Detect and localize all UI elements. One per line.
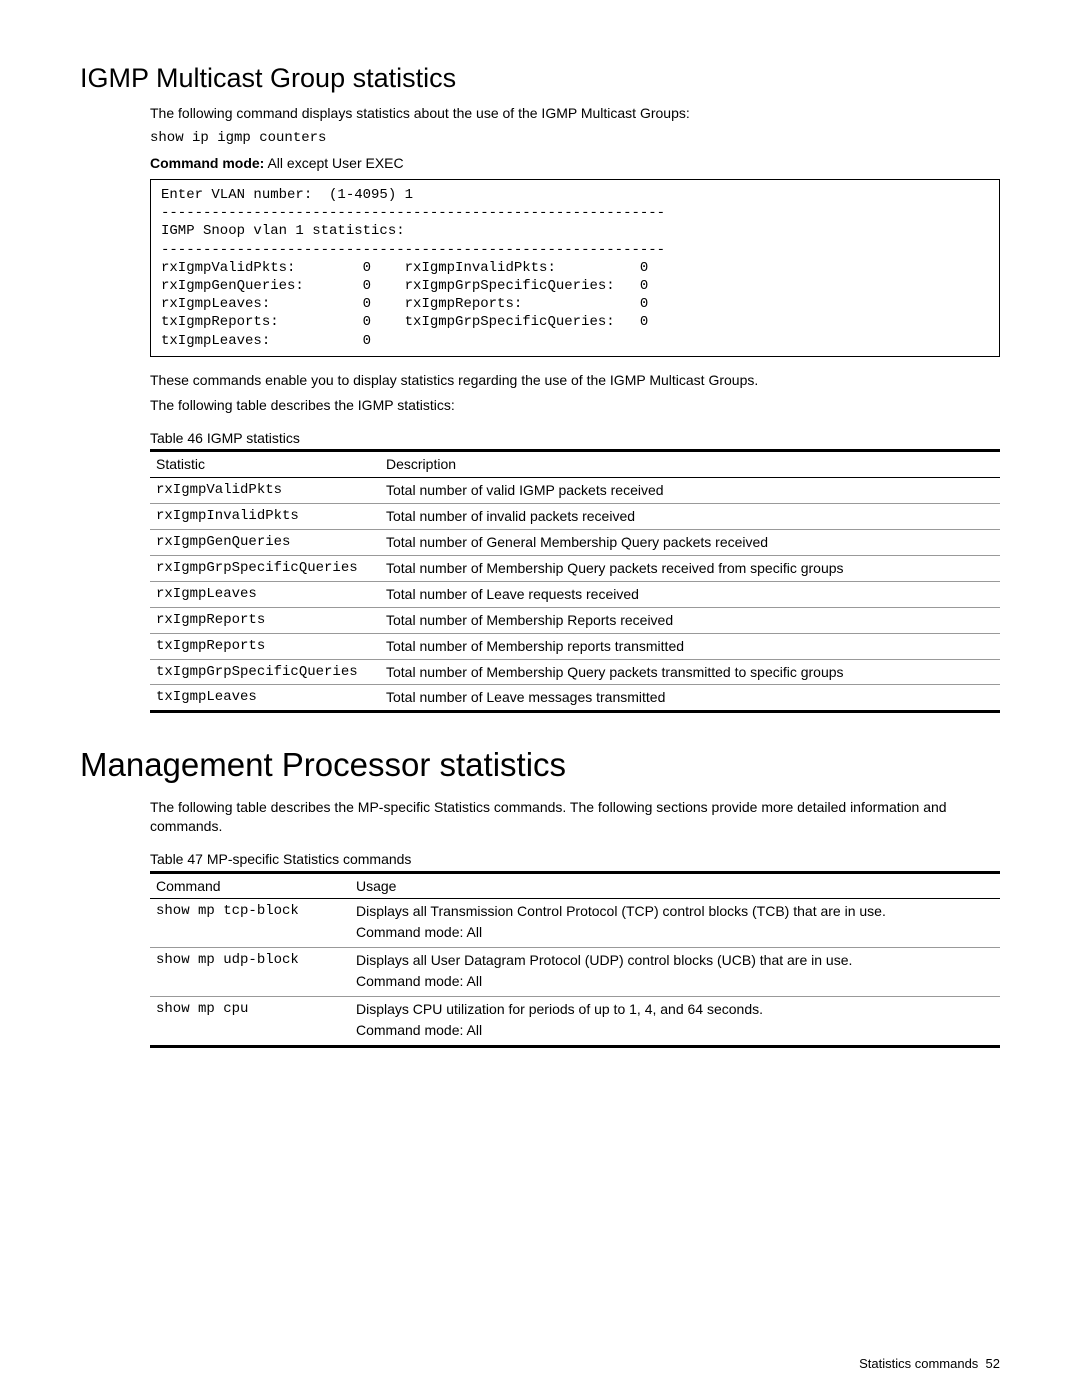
table-47-command-cell: show mp cpu: [150, 997, 350, 1047]
page-footer: Statistics commands 52: [859, 1355, 1000, 1373]
table-47-mp-commands: Command Usage show mp tcp-block Displays …: [150, 871, 1000, 1048]
table-row: show mp cpu Displays CPU utilization for …: [150, 997, 1000, 1047]
table-row: txIgmpLeavesTotal number of Leave messag…: [150, 685, 1000, 712]
table-row: rxIgmpGenQueriesTotal number of General …: [150, 530, 1000, 556]
document-page: IGMP Multicast Group statistics The foll…: [0, 0, 1080, 1397]
table-46-statistic-cell: txIgmpReports: [150, 633, 380, 659]
table-row: rxIgmpInvalidPktsTotal number of invalid…: [150, 504, 1000, 530]
table-46-header-statistic: Statistic: [150, 451, 380, 478]
table-47-header-usage: Usage: [350, 872, 1000, 899]
mp-intro-text: The following table describes the MP-spe…: [150, 798, 1000, 836]
table-46-igmp-statistics: Statistic Description rxIgmpValidPktsTot…: [150, 449, 1000, 713]
table-46-statistic-cell: txIgmpLeaves: [150, 685, 380, 712]
usage-line-2: Command mode: All: [356, 972, 994, 991]
command-mode-label: Command mode:: [150, 155, 264, 171]
table-46-description-cell: Total number of Membership Reports recei…: [380, 607, 1000, 633]
table-46-statistic-cell: rxIgmpReports: [150, 607, 380, 633]
igmp-output-block: Enter VLAN number: (1-4095) 1 ----------…: [150, 179, 1000, 357]
usage-line-1: Displays CPU utilization for periods of …: [356, 1000, 994, 1019]
table-46-description-cell: Total number of General Membership Query…: [380, 530, 1000, 556]
table-46-statistic-cell: rxIgmpInvalidPkts: [150, 504, 380, 530]
table-46-description-cell: Total number of Leave requests received: [380, 581, 1000, 607]
table-47-command-cell: show mp tcp-block: [150, 899, 350, 948]
table-row: show mp tcp-block Displays all Transmissi…: [150, 899, 1000, 948]
table-46-description-cell: Total number of invalid packets received: [380, 504, 1000, 530]
table-47-usage-cell: Displays all User Datagram Protocol (UDP…: [350, 948, 1000, 997]
table-46-header-description: Description: [380, 451, 1000, 478]
table-46-description-cell: Total number of Membership Query packets…: [380, 659, 1000, 685]
igmp-show-command: show ip igmp counters: [150, 129, 1000, 148]
usage-line-2: Command mode: All: [356, 923, 994, 942]
igmp-command-mode: Command mode: All except User EXEC: [150, 154, 1000, 173]
table-46-statistic-cell: rxIgmpGenQueries: [150, 530, 380, 556]
table-row: txIgmpReportsTotal number of Membership …: [150, 633, 1000, 659]
table-row: show mp udp-block Displays all User Datag…: [150, 948, 1000, 997]
igmp-after-text-2: The following table describes the IGMP s…: [150, 396, 1000, 415]
command-mode-value: All except User EXEC: [264, 155, 403, 171]
igmp-intro-text: The following command displays statistic…: [150, 104, 1000, 123]
usage-line-2: Command mode: All: [356, 1021, 994, 1040]
usage-line-1: Displays all User Datagram Protocol (UDP…: [356, 951, 994, 970]
table-46-statistic-cell: rxIgmpValidPkts: [150, 478, 380, 504]
table-46-statistic-cell: rxIgmpGrpSpecificQueries: [150, 556, 380, 582]
table-46-description-cell: Total number of Membership Query packets…: [380, 556, 1000, 582]
footer-label: Statistics commands: [859, 1356, 978, 1371]
table-46-caption: Table 46 IGMP statistics: [150, 429, 1000, 448]
table-47-caption: Table 47 MP-specific Statistics commands: [150, 850, 1000, 869]
table-46-statistic-cell: txIgmpGrpSpecificQueries: [150, 659, 380, 685]
table-47-usage-cell: Displays all Transmission Control Protoc…: [350, 899, 1000, 948]
table-row: rxIgmpGrpSpecificQueriesTotal number of …: [150, 556, 1000, 582]
table-47-header-command: Command: [150, 872, 350, 899]
table-46-description-cell: Total number of valid IGMP packets recei…: [380, 478, 1000, 504]
table-46-statistic-cell: rxIgmpLeaves: [150, 581, 380, 607]
table-46-description-cell: Total number of Leave messages transmitt…: [380, 685, 1000, 712]
table-row: rxIgmpLeavesTotal number of Leave reques…: [150, 581, 1000, 607]
table-row: rxIgmpValidPktsTotal number of valid IGM…: [150, 478, 1000, 504]
usage-line-1: Displays all Transmission Control Protoc…: [356, 902, 994, 921]
heading-igmp-multicast: IGMP Multicast Group statistics: [80, 60, 1000, 96]
footer-page-number: 52: [986, 1356, 1000, 1371]
table-row: rxIgmpReportsTotal number of Membership …: [150, 607, 1000, 633]
table-row: txIgmpGrpSpecificQueriesTotal number of …: [150, 659, 1000, 685]
table-47-command-cell: show mp udp-block: [150, 948, 350, 997]
heading-management-processor: Management Processor statistics: [80, 743, 1000, 788]
table-46-description-cell: Total number of Membership reports trans…: [380, 633, 1000, 659]
table-47-usage-cell: Displays CPU utilization for periods of …: [350, 997, 1000, 1047]
igmp-after-text-1: These commands enable you to display sta…: [150, 371, 1000, 390]
